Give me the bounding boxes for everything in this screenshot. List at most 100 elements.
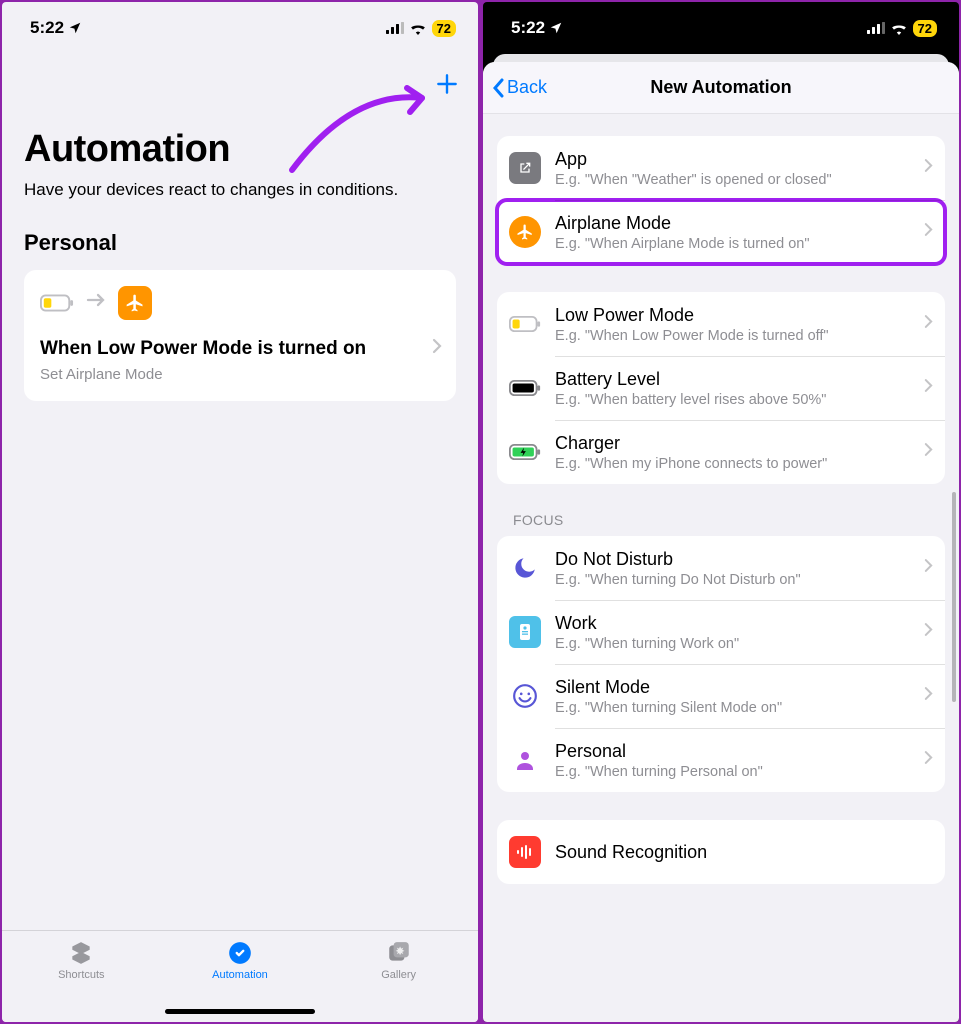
smiley-icon	[509, 680, 541, 712]
chevron-right-icon	[918, 558, 933, 578]
location-icon	[68, 21, 82, 35]
tab-automation[interactable]: Automation	[190, 939, 290, 981]
tab-label: Shortcuts	[58, 969, 104, 981]
home-indicator[interactable]	[165, 1009, 315, 1014]
arrow-icon	[86, 293, 106, 312]
row-silent-mode[interactable]: Silent Mode E.g. "When turning Silent Mo…	[497, 664, 945, 728]
plus-icon	[434, 71, 460, 97]
app-icon	[509, 152, 541, 184]
row-subtitle: E.g. "When turning Do Not Disturb on"	[555, 572, 918, 588]
row-title: Silent Mode	[555, 677, 918, 698]
page-subtitle: Have your devices react to changes in co…	[24, 179, 456, 202]
row-subtitle: E.g. "When turning Personal on"	[555, 764, 918, 780]
automation-icon	[226, 939, 254, 967]
group-label-focus: FOCUS	[513, 512, 929, 528]
row-title: Battery Level	[555, 369, 918, 390]
row-title: Low Power Mode	[555, 305, 918, 326]
row-subtitle: E.g. "When "Weather" is opened or closed…	[555, 172, 918, 188]
battery-badge: 72	[913, 20, 937, 37]
row-subtitle: E.g. "When battery level rises above 50%…	[555, 392, 918, 408]
row-title: Airplane Mode	[555, 213, 918, 234]
row-title: Personal	[555, 741, 918, 762]
section-personal: Personal	[24, 230, 456, 256]
row-charger[interactable]: Charger E.g. "When my iPhone connects to…	[497, 420, 945, 484]
automation-card-subtitle: Set Airplane Mode	[40, 366, 440, 383]
left-body: Automation Have your devices react to ch…	[2, 46, 478, 930]
phone-right: 5:22 72 Back New Automation	[483, 2, 959, 1022]
status-right-icons: 72	[867, 20, 937, 37]
airplane-mode-icon	[118, 286, 152, 320]
row-work[interactable]: Work E.g. "When turning Work on"	[497, 600, 945, 664]
wifi-icon	[409, 22, 427, 35]
phone-left: 5:22 72 Automation Have your devices rea…	[2, 2, 478, 1022]
low-power-icon	[509, 308, 541, 340]
person-icon	[509, 744, 541, 776]
tab-label: Gallery	[381, 969, 416, 981]
add-automation-button[interactable]	[434, 68, 460, 105]
automation-card-title: When Low Power Mode is turned on	[40, 338, 440, 360]
moon-icon	[509, 552, 541, 584]
trigger-group-4: Sound Recognition	[497, 820, 945, 884]
row-title: Charger	[555, 433, 918, 454]
card-icons	[40, 286, 440, 320]
sheet-navbar: Back New Automation	[483, 62, 959, 114]
row-subtitle: E.g. "When my iPhone connects to power"	[555, 456, 918, 472]
tab-shortcuts[interactable]: Shortcuts	[31, 939, 131, 981]
status-bar: 5:22 72	[2, 2, 478, 46]
trigger-group-1: App E.g. "When "Weather" is opened or cl…	[497, 136, 945, 264]
location-icon	[549, 21, 563, 35]
back-label: Back	[507, 77, 547, 98]
gallery-icon	[385, 939, 413, 967]
back-button[interactable]: Back	[491, 77, 547, 98]
chevron-right-icon	[918, 378, 933, 398]
status-time: 5:22	[511, 18, 563, 38]
new-automation-sheet: Back New Automation App E.g. "When "Weat…	[483, 62, 959, 1022]
chevron-right-icon	[918, 222, 933, 242]
row-subtitle: E.g. "When turning Work on"	[555, 636, 918, 652]
cellular-icon	[386, 22, 404, 34]
battery-badge: 72	[432, 20, 456, 37]
chevron-right-icon	[918, 622, 933, 642]
automation-card[interactable]: When Low Power Mode is turned on Set Air…	[24, 270, 456, 401]
trigger-group-focus: Do Not Disturb E.g. "When turning Do Not…	[497, 536, 945, 792]
row-battery-level[interactable]: Battery Level E.g. "When battery level r…	[497, 356, 945, 420]
low-power-icon	[40, 286, 74, 320]
row-dnd[interactable]: Do Not Disturb E.g. "When turning Do Not…	[497, 536, 945, 600]
row-app[interactable]: App E.g. "When "Weather" is opened or cl…	[497, 136, 945, 200]
chevron-right-icon	[918, 686, 933, 706]
work-icon	[509, 616, 541, 648]
row-title: Work	[555, 613, 918, 634]
status-time: 5:22	[30, 18, 82, 38]
tab-gallery[interactable]: Gallery	[349, 939, 449, 981]
chevron-right-icon	[918, 314, 933, 334]
sheet-title: New Automation	[650, 77, 791, 98]
chevron-right-icon	[432, 338, 442, 359]
chevron-right-icon	[918, 158, 933, 178]
battery-level-icon	[509, 372, 541, 404]
wifi-icon	[890, 22, 908, 35]
shortcuts-icon	[67, 939, 95, 967]
row-subtitle: E.g. "When turning Silent Mode on"	[555, 700, 918, 716]
row-airplane-mode[interactable]: Airplane Mode E.g. "When Airplane Mode i…	[497, 200, 945, 264]
chevron-right-icon	[918, 750, 933, 770]
airplane-icon	[509, 216, 541, 248]
row-sound-recognition[interactable]: Sound Recognition	[497, 820, 945, 884]
status-right-icons: 72	[386, 20, 456, 37]
row-subtitle: E.g. "When Low Power Mode is turned off"	[555, 328, 918, 344]
tab-label: Automation	[212, 969, 268, 981]
row-personal[interactable]: Personal E.g. "When turning Personal on"	[497, 728, 945, 792]
time-label: 5:22	[30, 18, 64, 38]
chevron-left-icon	[491, 78, 505, 98]
trigger-group-2: Low Power Mode E.g. "When Low Power Mode…	[497, 292, 945, 484]
row-low-power[interactable]: Low Power Mode E.g. "When Low Power Mode…	[497, 292, 945, 356]
page-title: Automation	[24, 128, 456, 171]
status-bar: 5:22 72	[483, 2, 959, 46]
row-title: App	[555, 149, 918, 170]
sound-icon	[509, 836, 541, 868]
sheet-body[interactable]: App E.g. "When "Weather" is opened or cl…	[483, 114, 959, 1022]
scrollbar[interactable]	[952, 492, 956, 702]
charger-icon	[509, 436, 541, 468]
row-title: Sound Recognition	[555, 842, 933, 863]
time-label: 5:22	[511, 18, 545, 38]
sheet-container: Back New Automation App E.g. "When "Weat…	[483, 46, 959, 1022]
